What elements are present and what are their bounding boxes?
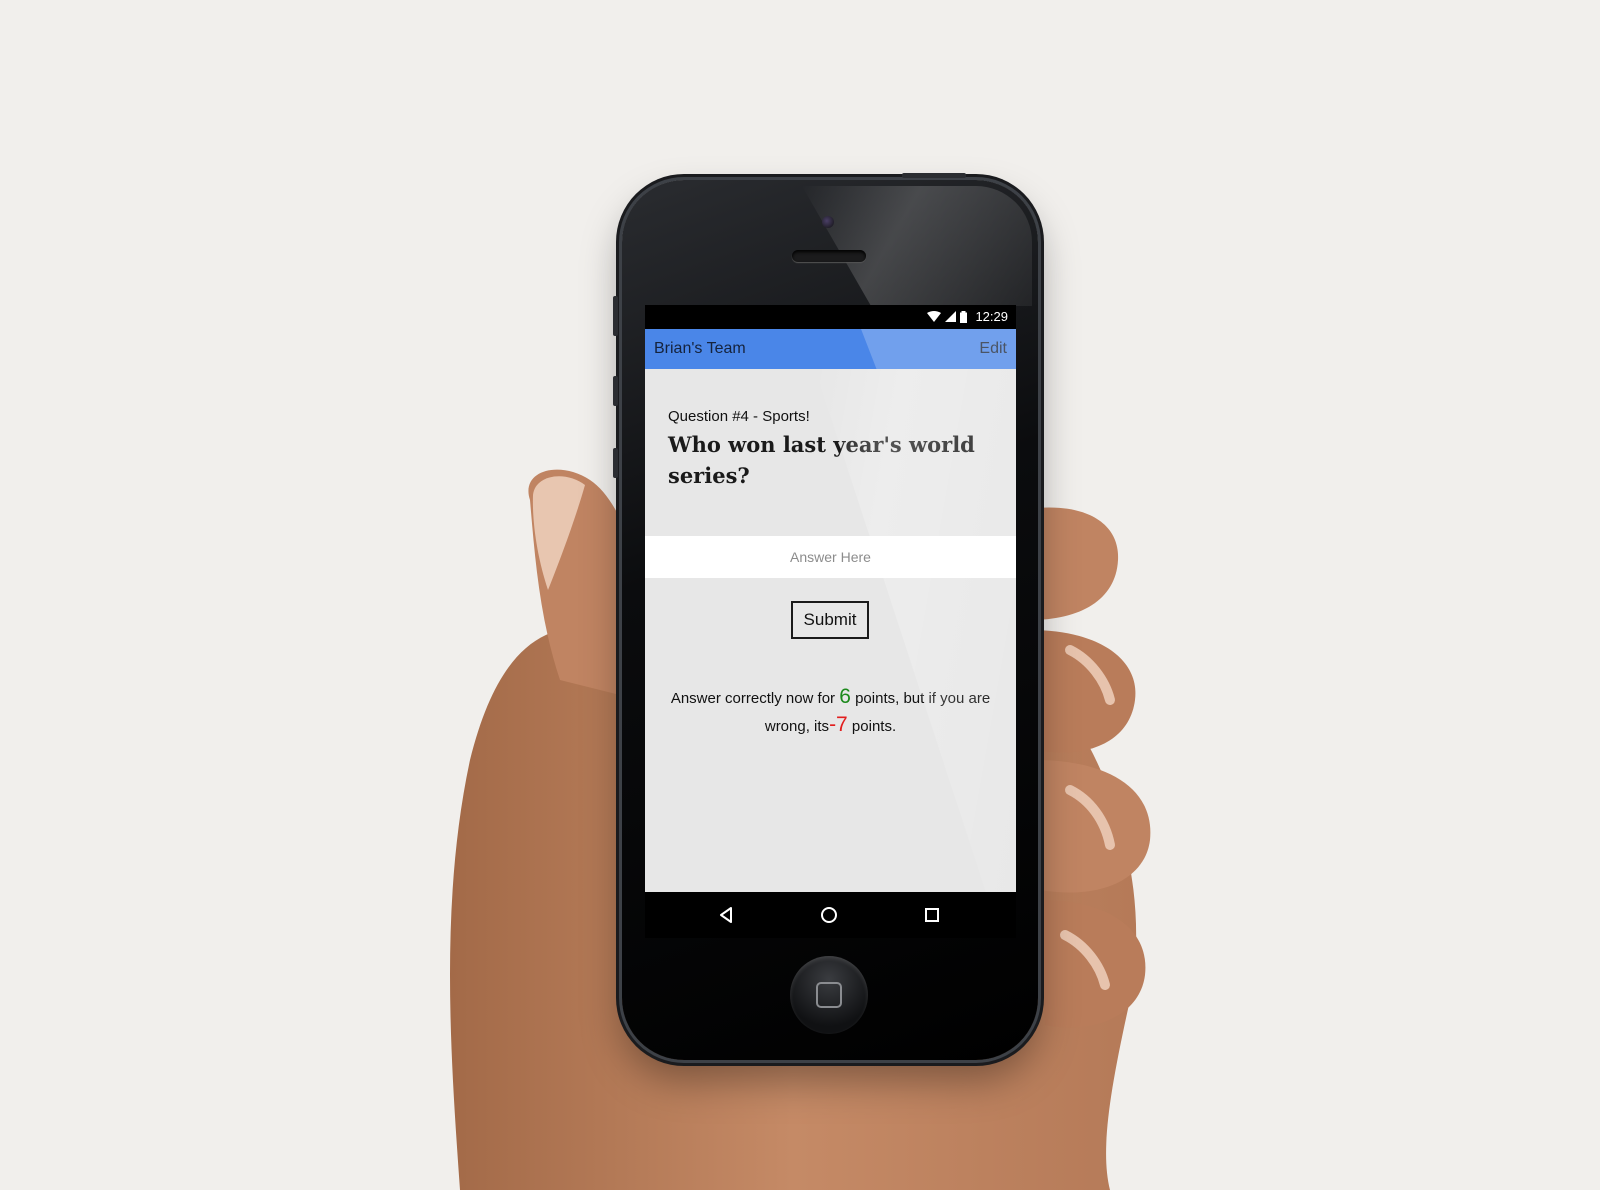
recents-icon[interactable] [921,904,943,926]
front-camera [822,216,834,228]
status-bar: 12:29 [645,305,1016,329]
power-button [902,173,966,178]
scoring-prefix: Answer correctly now for [670,690,836,707]
phone-glare [802,186,1032,306]
scoring-text: Answer correctly now for 6 points, but i… [665,684,996,740]
scoring-suffix: points. [851,718,897,735]
home-button[interactable] [790,956,868,1034]
question-content: Question #4 - Sports! Who won last year'… [645,369,1016,892]
signal-icon [945,311,957,322]
phone-screen: 12:29 Brian's Team Edit Question #4 - Sp… [645,305,1016,938]
app-bar: Brian's Team Edit [645,329,1016,369]
back-icon[interactable] [715,904,737,926]
home-square-icon [816,982,842,1008]
status-time: 12:29 [975,309,1008,324]
earpiece-speaker [792,250,866,262]
wifi-icon [927,311,942,322]
navigation-bar [645,892,1016,938]
home-icon[interactable] [818,904,840,926]
wrong-points: -7 [829,713,848,736]
mute-switch [613,296,618,336]
correct-points: 6 [839,685,851,708]
app-title: Brian's Team [654,340,746,357]
battery-icon [960,310,968,323]
submit-button[interactable]: Submit [791,601,869,639]
question-text: Who won last year's world series? [668,432,975,488]
volume-up-button [613,376,618,406]
status-icons: 12:29 [927,309,1008,324]
answer-input[interactable] [645,536,1016,578]
question-label: Question #4 - Sports! [668,408,810,425]
volume-down-button [613,448,618,478]
edit-button[interactable]: Edit [979,340,1007,358]
